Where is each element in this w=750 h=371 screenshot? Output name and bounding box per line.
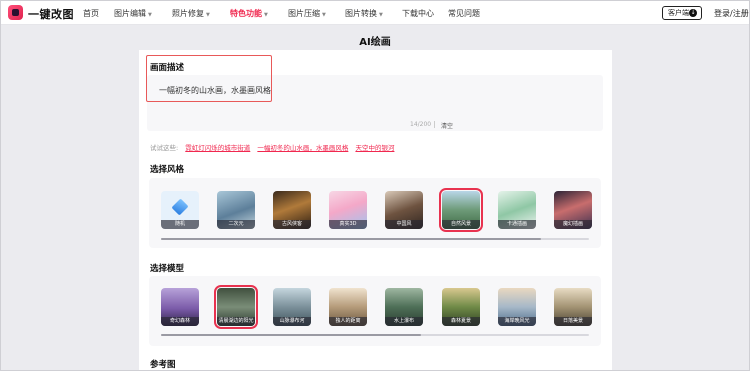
style-scrollbar[interactable] bbox=[161, 238, 589, 240]
style-scroll-thumb[interactable] bbox=[161, 238, 541, 240]
chevron-down-icon: ▼ bbox=[206, 12, 210, 18]
model-card-mountain-waterfall[interactable]: 山脉瀑布河 bbox=[273, 288, 311, 326]
model-card-morning-lake[interactable]: 清晨湖边的阳光 bbox=[214, 285, 258, 329]
chevron-down-icon: ▼ bbox=[148, 12, 152, 18]
nav-item-photo-repair[interactable]: 照片修复 ▼ bbox=[172, 8, 210, 19]
style-card-magic[interactable]: 魔幻插画 bbox=[554, 191, 592, 229]
model-scroll-thumb[interactable] bbox=[161, 334, 421, 336]
diamond-icon bbox=[171, 198, 189, 216]
chevron-down-icon: ▼ bbox=[322, 12, 326, 18]
nav-item-home[interactable]: 首页 bbox=[83, 8, 99, 19]
chevron-down-icon: ▼ bbox=[379, 12, 383, 18]
try-examples-row: 试试这些: 霓虹灯闪烁的城市街道 一幅初冬的山水画，水墨画风格 天空中的银河 bbox=[150, 142, 394, 152]
download-icon: ↓ bbox=[689, 9, 697, 17]
style-card-random[interactable]: 随机 bbox=[161, 191, 199, 229]
nav-item-image-edit[interactable]: 图片编辑 ▼ bbox=[114, 8, 152, 19]
divider bbox=[434, 121, 435, 128]
model-card-fantasy-forest[interactable]: 奇幻森林 bbox=[161, 288, 199, 326]
chevron-down-icon: ▼ bbox=[264, 12, 268, 18]
style-card-real-3d[interactable]: 真实3D bbox=[329, 191, 367, 229]
nav-item-compress[interactable]: 图片压缩 ▼ bbox=[288, 8, 326, 19]
model-section-title: 选择模型 bbox=[150, 264, 185, 274]
example-link-1[interactable]: 霓虹灯闪烁的城市街道 bbox=[185, 144, 250, 152]
logo-icon[interactable] bbox=[8, 5, 23, 20]
highlight-annotation bbox=[146, 55, 272, 102]
nav-item-faq[interactable]: 常见问题 bbox=[448, 8, 480, 19]
try-label: 试试这些: bbox=[150, 144, 179, 152]
model-panel: 奇幻森林 清晨湖边的阳光 山脉瀑布河 独人的距离 水上瀑布 森林夏景 海岸晚风光… bbox=[149, 276, 601, 346]
logo-text[interactable]: 一键改图 bbox=[28, 6, 74, 22]
client-download-button[interactable]: 客户端 ↓ bbox=[662, 6, 702, 20]
top-header: 一键改图 首页 图片编辑 ▼ 照片修复 ▼ 特色功能 ▼ 图片压缩 ▼ 图片转换 ▼ 下载… bbox=[1, 1, 749, 25]
example-link-3[interactable]: 天空中的银河 bbox=[355, 144, 394, 152]
model-card-sunset[interactable]: 日落美景 bbox=[554, 288, 592, 326]
page-title: AI绘画 bbox=[359, 37, 391, 48]
style-card-chinese-style[interactable]: 中国风 bbox=[385, 191, 423, 229]
example-link-2[interactable]: 一幅初冬的山水画，水墨画风格 bbox=[257, 144, 348, 152]
clear-button[interactable]: 清空 bbox=[441, 121, 453, 130]
style-card-cartoon[interactable]: 卡通插画 bbox=[498, 191, 536, 229]
reference-section-title: 参考图 bbox=[150, 360, 176, 370]
nav-item-download-center[interactable]: 下载中心 bbox=[402, 8, 434, 19]
model-card-lone-distance[interactable]: 独人的距离 bbox=[329, 288, 367, 326]
style-section-title: 选择风格 bbox=[150, 165, 185, 175]
style-card-anime[interactable]: 二次元 bbox=[217, 191, 255, 229]
nav-item-features[interactable]: 特色功能 ▼ bbox=[230, 8, 268, 19]
style-card-ancient-hero[interactable]: 古风侠客 bbox=[273, 191, 311, 229]
nav-item-convert[interactable]: 图片转换 ▼ bbox=[345, 8, 383, 19]
model-card-water-waterfall[interactable]: 水上瀑布 bbox=[385, 288, 423, 326]
login-register-link[interactable]: 登录/注册 bbox=[714, 8, 749, 19]
model-scrollbar[interactable] bbox=[161, 334, 589, 336]
char-counter: 14/200 bbox=[410, 121, 432, 128]
style-panel: 随机 二次元 古风侠客 真实3D 中国风 自然风景 卡通插画 魔幻插画 bbox=[149, 178, 601, 248]
style-card-natural-scenery[interactable]: 自然风景 bbox=[439, 188, 483, 232]
model-card-coast-evening[interactable]: 海岸晚风光 bbox=[498, 288, 536, 326]
model-card-forest-summer[interactable]: 森林夏景 bbox=[442, 288, 480, 326]
